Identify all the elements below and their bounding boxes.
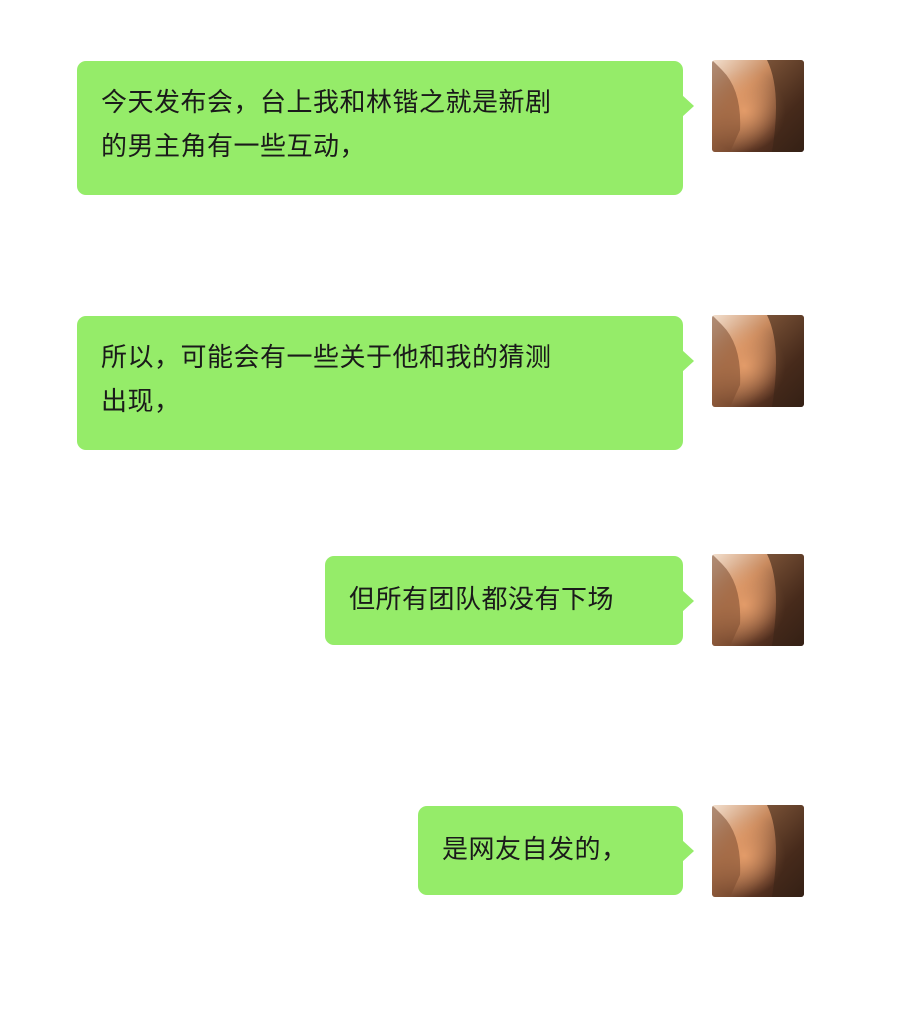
avatar-photo-icon: [712, 805, 804, 897]
message-bubble[interactable]: 但所有团队都没有下场: [325, 556, 694, 645]
message-bubble[interactable]: 今天发布会，台上我和林锴之就是新剧 的男主角有一些互动，: [77, 61, 694, 195]
avatar[interactable]: [712, 315, 804, 407]
message-bubble[interactable]: 是网友自发的，: [418, 806, 694, 895]
avatar[interactable]: [712, 554, 804, 646]
avatar[interactable]: [712, 60, 804, 152]
message-bubble[interactable]: 所以，可能会有一些关于他和我的猜测 出现，: [77, 316, 694, 450]
chat-thread: 今天发布会，台上我和林锴之就是新剧 的男主角有一些互动， 所以，可能会有一些关于…: [0, 0, 900, 1031]
avatar-photo-icon: [712, 60, 804, 152]
avatar-photo-icon: [712, 315, 804, 407]
avatar-photo-icon: [712, 554, 804, 646]
avatar[interactable]: [712, 805, 804, 897]
